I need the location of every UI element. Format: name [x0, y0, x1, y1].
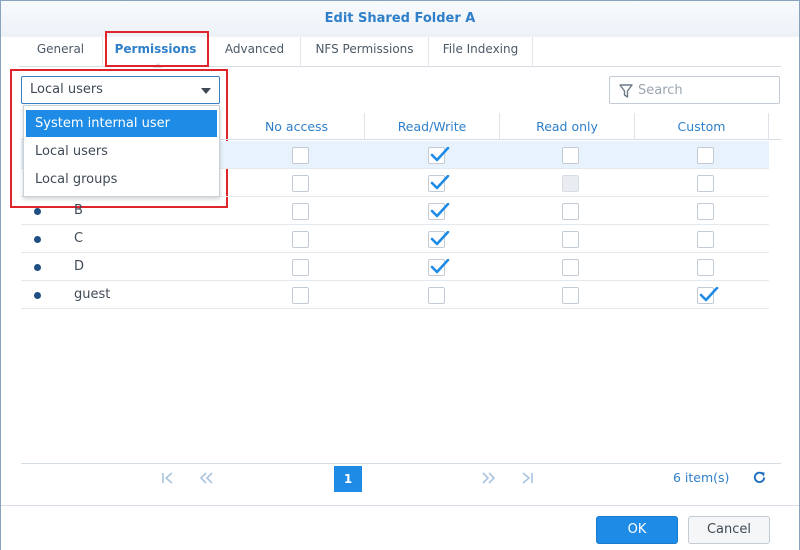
tab-bar: General Permissions Advanced NFS Permiss…: [19, 37, 781, 68]
dropdown-option-system-internal-user[interactable]: System internal user: [26, 110, 217, 137]
current-page-button[interactable]: 1: [334, 466, 362, 492]
no-access-checkbox[interactable]: [292, 259, 309, 276]
tab-general[interactable]: General: [19, 37, 103, 67]
no-access-checkbox[interactable]: [292, 175, 309, 192]
table-row[interactable]: B: [21, 197, 769, 225]
header-no-access[interactable]: No access: [229, 113, 365, 140]
read-only-checkbox[interactable]: [562, 287, 579, 304]
table-row[interactable]: guest: [21, 281, 769, 309]
no-access-checkbox[interactable]: [292, 231, 309, 248]
read-only-checkbox[interactable]: [562, 147, 579, 164]
table-row[interactable]: D: [21, 253, 769, 281]
custom-checkbox[interactable]: [697, 287, 719, 304]
read-write-checkbox[interactable]: [428, 147, 450, 164]
ok-button[interactable]: OK: [596, 516, 678, 544]
custom-checkbox[interactable]: [697, 147, 714, 164]
dialog-footer: OK Cancel: [1, 505, 799, 550]
item-count: 6 item(s): [673, 470, 730, 485]
user-name: C: [74, 231, 84, 246]
no-access-checkbox[interactable]: [292, 203, 309, 220]
cancel-button[interactable]: Cancel: [688, 516, 770, 544]
read-write-checkbox[interactable]: [428, 287, 445, 304]
chevron-down-icon: [201, 88, 211, 94]
custom-checkbox[interactable]: [697, 231, 714, 248]
last-page-icon[interactable]: [520, 464, 534, 492]
refresh-icon[interactable]: [752, 470, 767, 489]
custom-checkbox[interactable]: [697, 203, 714, 220]
user-dot-icon: [34, 208, 41, 215]
dropdown-option-local-users[interactable]: Local users: [26, 138, 217, 165]
header-read-only[interactable]: Read only: [500, 113, 635, 140]
tab-file-indexing[interactable]: File Indexing: [429, 37, 533, 67]
first-page-icon[interactable]: [161, 464, 175, 492]
custom-checkbox[interactable]: [697, 175, 714, 192]
dialog-title: Edit Shared Folder A: [1, 1, 799, 37]
search-box: [609, 76, 780, 104]
user-dot-icon: [34, 264, 41, 271]
user-type-select[interactable]: Local users: [21, 76, 220, 104]
grid-pagination: 1 6 item(s): [21, 463, 781, 495]
header-read-write[interactable]: Read/Write: [365, 113, 500, 140]
read-only-checkbox: [562, 175, 579, 192]
tab-advanced[interactable]: Advanced: [209, 37, 301, 67]
search-input[interactable]: [638, 80, 776, 100]
prev-page-icon[interactable]: [198, 464, 214, 492]
next-page-icon[interactable]: [481, 464, 497, 492]
dropdown-option-local-groups[interactable]: Local groups: [26, 166, 217, 193]
header-custom[interactable]: Custom: [635, 113, 769, 140]
user-type-dropdown: System internal user Local users Local g…: [23, 105, 220, 197]
user-type-select-value: Local users: [30, 82, 103, 97]
read-only-checkbox[interactable]: [562, 231, 579, 248]
user-dot-icon: [34, 236, 41, 243]
edit-shared-folder-dialog: Edit Shared Folder A General Permissions…: [0, 0, 800, 550]
user-dot-icon: [34, 292, 41, 299]
no-access-checkbox[interactable]: [292, 287, 309, 304]
custom-checkbox[interactable]: [697, 259, 714, 276]
tab-permissions[interactable]: Permissions: [103, 37, 209, 68]
table-row[interactable]: C: [21, 225, 769, 253]
user-name: guest: [74, 287, 111, 302]
filter-icon: [619, 84, 633, 98]
read-write-checkbox[interactable]: [428, 259, 450, 276]
read-write-checkbox[interactable]: [428, 203, 450, 220]
no-access-checkbox[interactable]: [292, 147, 309, 164]
user-name: D: [74, 259, 85, 274]
read-write-checkbox[interactable]: [428, 231, 450, 248]
read-write-checkbox[interactable]: [428, 175, 450, 192]
tab-nfs-permissions[interactable]: NFS Permissions: [301, 37, 429, 67]
read-only-checkbox[interactable]: [562, 203, 579, 220]
read-only-checkbox[interactable]: [562, 259, 579, 276]
user-name: B: [74, 203, 83, 218]
